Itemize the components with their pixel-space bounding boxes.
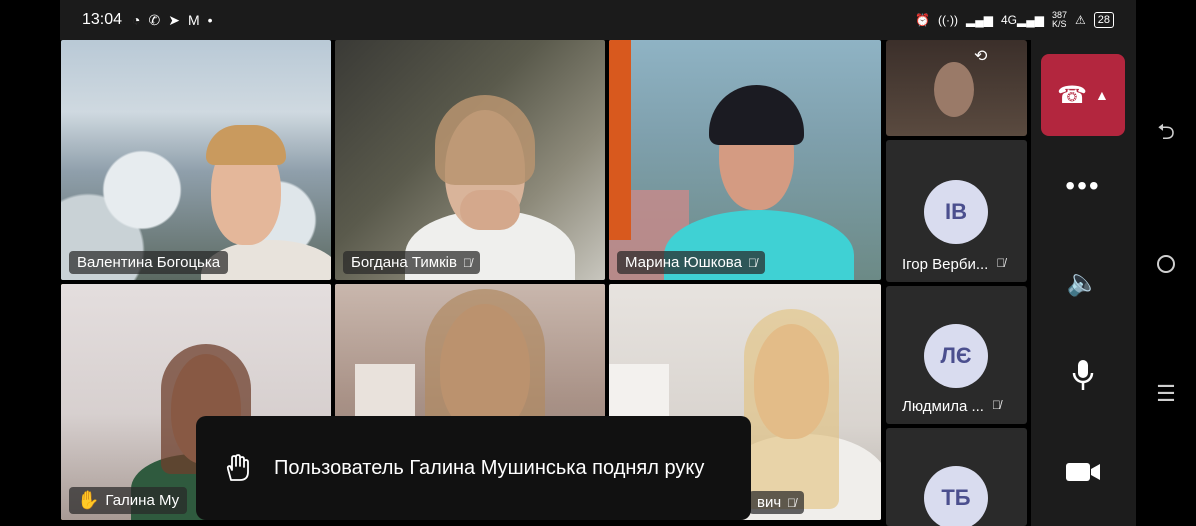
signal-icon: ▂▄▆ [966, 13, 993, 27]
status-left-icons: ◔ ✆ ➤ M • [132, 12, 213, 29]
participant-tile-2[interactable]: Богдана Тимків 🎙̸ [335, 40, 605, 280]
video-camera-icon [1066, 463, 1100, 481]
participant-name-chip: ✋ Галина Му [69, 487, 188, 514]
participant-name-chip: Людмила ... 🎙̸ [902, 398, 1001, 415]
participant-small-tile-2[interactable]: ЛЄ Людмила ... 🎙̸ [886, 286, 1027, 424]
raised-hand-icon [226, 454, 249, 481]
network-4g-icon: 4G▂▄▆ [1000, 13, 1044, 27]
avatar: ІВ [924, 180, 988, 244]
home-icon [1157, 255, 1175, 273]
mic-off-icon: 🎙̸ [991, 398, 1001, 412]
switch-camera-icon[interactable]: ⟲ [974, 46, 1002, 70]
whatsapp-icon: ◔ [132, 11, 141, 28]
toast-message: Пользователь Галина Мушинська поднял рук… [274, 457, 705, 479]
dot-icon: • [207, 11, 213, 28]
recents-button[interactable]: ☰ [1152, 380, 1180, 408]
participant-name-chip: вич 🎙̸ [749, 491, 805, 514]
back-icon: ⮌ [1157, 119, 1175, 144]
back-button[interactable]: ⮌ [1152, 119, 1180, 148]
more-button[interactable]: ••• [1061, 164, 1105, 208]
mic-off-icon: 🎙̸ [787, 495, 797, 510]
avatar: ЛЄ [924, 324, 988, 388]
call-screen: 13:04 ◔ ✆ ➤ M • ⏰ ((·)) ▂▄▆ 4G▂▄▆ 387 K/S… [0, 0, 1196, 526]
leave-call-button[interactable]: ☎ ▲ [1041, 54, 1125, 136]
mic-off-icon: 🎙̸ [996, 256, 1006, 270]
phone-icon: ✆ [148, 11, 161, 28]
participant-name-chip: Марина Юшкова 🎙̸ [617, 251, 765, 274]
participant-small-tile-3[interactable]: ТБ [886, 428, 1027, 526]
gmail-icon: M [187, 11, 200, 28]
raised-hand-icon: ✋ [77, 490, 100, 510]
microphone-icon [1072, 360, 1094, 390]
participant-name-chip: Ігор Верби... 🎙̸ [902, 256, 1006, 273]
status-time: 13:04 [82, 11, 123, 28]
participant-small-tile-1[interactable]: ІВ Ігор Верби... 🎙̸ [886, 140, 1027, 282]
battery-indicator: 28 [1093, 12, 1114, 28]
status-bar: 13:04 ◔ ✆ ➤ M • ⏰ ((·)) ▂▄▆ 4G▂▄▆ 387 K/S… [60, 0, 1136, 40]
participant-name-chip: Богдана Тимків 🎙̸ [343, 251, 480, 274]
participant-name-chip: Валентина Богоцька [69, 251, 229, 274]
more-icon: ••• [1065, 170, 1101, 201]
speed-readout: 387 K/S [1051, 10, 1067, 29]
recents-icon: ☰ [1156, 381, 1176, 406]
participant-tile-3[interactable]: Марина Юшкова 🎙̸ [609, 40, 881, 280]
mic-off-icon: 🎙̸ [747, 255, 757, 270]
hand-raised-toast: Пользователь Галина Мушинська поднял рук… [196, 416, 751, 520]
microphone-button[interactable] [1061, 354, 1105, 398]
hang-up-icon: ☎ [1057, 81, 1088, 109]
android-navigation-bar: ⮌ ☰ [1136, 0, 1196, 526]
speaker-icon: 🔈 [1066, 266, 1100, 297]
speaker-button[interactable]: 🔈 [1061, 260, 1105, 304]
status-right-icons: ⏰ ((·)) ▂▄▆ 4G▂▄▆ 387 K/S ⚠ 28 [915, 0, 1114, 40]
avatar: ТБ [924, 466, 988, 526]
chevron-up-icon: ▲ [1095, 87, 1109, 103]
participant-tile-1[interactable]: Валентина Богоцька [61, 40, 331, 280]
mic-off-icon: 🎙̸ [462, 255, 472, 270]
home-button[interactable] [1152, 250, 1180, 278]
vpn-icon: ⚠ [1074, 13, 1086, 27]
hotspot-icon: ((·)) [938, 13, 959, 27]
call-controls: ☎ ▲ ••• 🔈 [1031, 40, 1136, 526]
camera-button[interactable] [1061, 450, 1105, 494]
telegram-icon: ➤ [168, 11, 180, 28]
self-preview-tile[interactable]: ⟲ [886, 40, 1027, 136]
alarm-icon: ⏰ [915, 13, 931, 27]
